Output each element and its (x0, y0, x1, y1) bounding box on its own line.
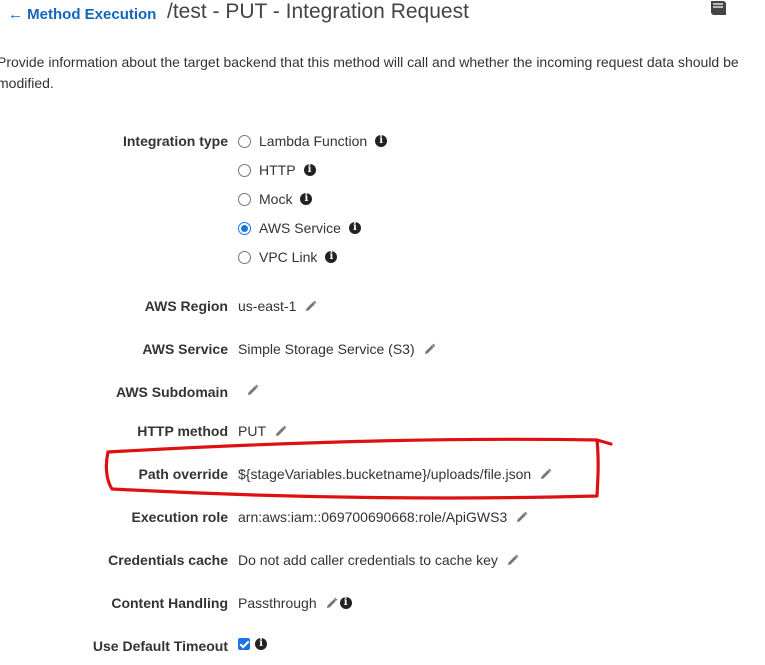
execution-role-label: Execution role (131, 509, 228, 525)
page-description: Provide information about the target bac… (0, 54, 739, 91)
page-title: /test - PUT - Integration Request (167, 0, 469, 23)
aws-subdomain-label: AWS Subdomain (116, 384, 228, 400)
pencil-icon[interactable] (274, 425, 287, 438)
radio-http[interactable]: HTTP i (238, 162, 316, 178)
use-default-timeout-row: i (238, 638, 267, 650)
http-method-row: PUT (238, 423, 287, 439)
book-icon[interactable] (707, 0, 729, 16)
aws-region-row: us-east-1 (238, 298, 317, 314)
radio-vpc-link[interactable]: VPC Link i (238, 249, 338, 265)
radio-label: Mock (259, 191, 293, 207)
path-override-value: ${stageVariables.bucketname}/uploads/fil… (238, 466, 532, 482)
method-execution-link[interactable]: ← Method Execution (8, 6, 156, 23)
execution-role-value: arn:aws:iam::069700690668:role/ApiGWS3 (238, 509, 508, 525)
radio-lambda-function[interactable]: Lambda Function i (238, 133, 388, 149)
info-icon[interactable]: i (339, 597, 352, 609)
info-icon[interactable]: i (348, 222, 361, 234)
path-override-row: ${stageVariables.bucketname}/uploads/fil… (238, 466, 552, 482)
use-default-timeout-label: Use Default Timeout (92, 638, 228, 654)
back-arrow-icon: ← (8, 6, 23, 23)
aws-service-label: AWS Service (142, 341, 228, 357)
pencil-icon[interactable] (423, 343, 436, 356)
radio-label: HTTP (259, 162, 296, 178)
execution-role-row: arn:aws:iam::069700690668:role/ApiGWS3 (238, 509, 528, 525)
info-icon[interactable]: i (325, 251, 338, 263)
info-icon[interactable]: i (303, 164, 316, 176)
info-icon[interactable]: i (255, 638, 267, 650)
integration-type-label: Integration type (122, 133, 228, 149)
radio-button-selected[interactable] (238, 221, 251, 235)
http-method-label: HTTP method (137, 423, 228, 439)
credentials-cache-value: Do not add caller credentials to cache k… (238, 552, 498, 568)
radio-button[interactable] (238, 192, 251, 206)
aws-service-value: Simple Storage Service (S3) (238, 341, 415, 357)
content-handling-value: Passthrough (238, 595, 317, 611)
radio-label: AWS Service (259, 220, 341, 236)
content-handling-label: Content Handling (111, 595, 228, 611)
pencil-icon[interactable] (246, 384, 259, 397)
aws-subdomain-row (238, 384, 259, 397)
radio-label: VPC Link (259, 249, 318, 265)
path-override-label: Path override (138, 466, 228, 482)
back-link-label: Method Execution (27, 6, 157, 23)
credentials-cache-row: Do not add caller credentials to cache k… (238, 552, 519, 568)
radio-button[interactable] (238, 134, 251, 148)
radio-mock[interactable]: Mock i (238, 191, 313, 207)
pencil-icon[interactable] (304, 300, 317, 313)
aws-region-label: AWS Region (144, 298, 228, 314)
info-icon[interactable]: i (300, 193, 313, 205)
content-handling-row: Passthrough i (238, 595, 352, 611)
radio-label: Lambda Function (259, 133, 368, 149)
radio-aws-service[interactable]: AWS Service i (238, 220, 361, 236)
radio-button[interactable] (238, 250, 251, 264)
pencil-icon[interactable] (539, 468, 552, 481)
info-icon[interactable]: i (375, 135, 388, 147)
pencil-icon[interactable] (506, 554, 519, 567)
pencil-icon[interactable] (325, 597, 338, 610)
aws-region-value: us-east-1 (238, 298, 297, 314)
http-method-value: PUT (238, 423, 266, 439)
radio-button[interactable] (238, 163, 251, 177)
use-default-timeout-checkbox[interactable] (238, 638, 250, 650)
pencil-icon[interactable] (515, 511, 528, 524)
page-header: ← Method Execution /test - PUT - Integra… (0, 0, 765, 34)
credentials-cache-label: Credentials cache (108, 552, 228, 568)
aws-service-row: Simple Storage Service (S3) (238, 341, 436, 357)
